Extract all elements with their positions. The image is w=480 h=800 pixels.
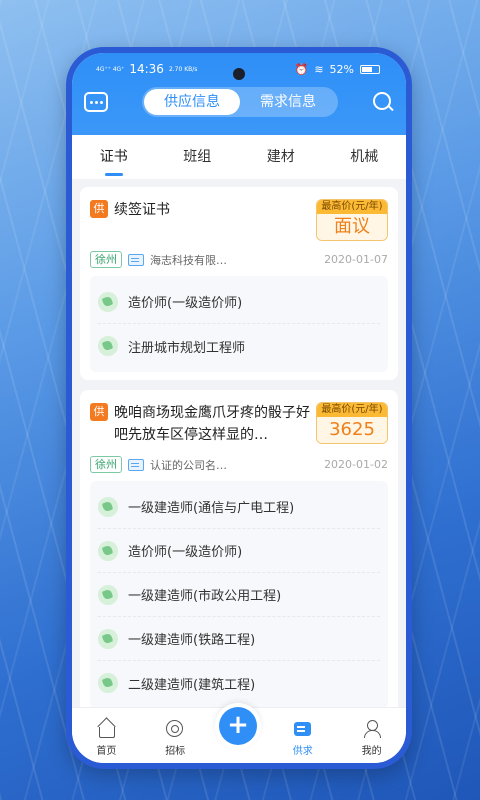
certificate-list: 一级建造师(通信与广电工程) 造价师(一级造价师) 一级建造师(市政公用工程) …	[90, 481, 388, 709]
item-label: 一级建造师(市政公用工程)	[128, 589, 282, 604]
supply-list: 供 续签证书 最高价(元/年) 面议 徐州 海志科技有限… 2020-01-07	[72, 179, 406, 717]
alarm-icon: ⏰	[294, 62, 309, 76]
leaf-tag-icon	[98, 540, 118, 561]
leaf-tag-icon	[98, 673, 118, 693]
segment-demand[interactable]: 需求信息	[240, 89, 336, 115]
tab-supply-demand[interactable]: 供求	[273, 719, 333, 757]
app-header: 4G⁺⁺ 4G⁺ 14:36 2.70 KB/s ⏰ ≋ 52% 供应信息 需求…	[72, 53, 406, 135]
supply-card[interactable]: 供 晚咱商场现金鹰爪牙疼的骰子好吧先放车区停这样显的… 最高价(元/年) 362…	[80, 390, 398, 717]
network-indicator: 4G⁺⁺ 4G⁺	[96, 65, 125, 73]
leaf-tag-icon	[98, 628, 118, 649]
tab-label: 首页	[96, 746, 117, 757]
company-name: 海志科技有限…	[150, 253, 227, 267]
battery-icon	[360, 64, 380, 74]
item-label: 二级建造师(建筑工程)	[128, 677, 256, 693]
supply-badge: 供	[90, 403, 108, 421]
status-time: 14:36	[129, 62, 164, 76]
supply-demand-toggle: 供应信息 需求信息	[142, 87, 338, 117]
category-tabs: 证书 班组 建材 机械	[72, 135, 406, 179]
wifi-icon: ≋	[314, 62, 324, 76]
post-date: 2020-01-02	[324, 458, 388, 471]
post-date: 2020-01-07	[324, 253, 388, 266]
tab-home[interactable]: 首页	[76, 719, 136, 757]
tab-machinery[interactable]: 机械	[350, 146, 378, 168]
tab-bidding[interactable]: 招标	[145, 719, 205, 757]
item-label: 注册城市规划工程师	[128, 340, 246, 356]
segment-supply[interactable]: 供应信息	[144, 89, 240, 115]
certificate-list: 造价师(一级造价师) 注册城市规划工程师	[90, 276, 388, 372]
tab-materials[interactable]: 建材	[267, 146, 295, 168]
item-label: 造价师(一级造价师)	[128, 545, 243, 560]
price-value: 面议	[317, 214, 387, 240]
target-icon	[165, 719, 185, 739]
city-tag: 徐州	[90, 251, 122, 268]
list-item: 一级建造师(铁路工程)	[98, 617, 380, 661]
user-icon	[362, 719, 382, 739]
plus-icon: +	[219, 707, 257, 745]
card-title: 续签证书	[114, 202, 170, 218]
tab-label: 招标	[165, 746, 186, 757]
list-item: 二级建造师(建筑工程)	[98, 661, 380, 705]
supply-badge: 供	[90, 200, 108, 218]
list-item: 造价师(一级造价师)	[98, 280, 380, 324]
id-card-icon	[128, 458, 144, 471]
publish-button[interactable]: +	[215, 703, 261, 749]
list-item: 一级建造师(市政公用工程)	[98, 573, 380, 617]
list-item: 注册城市规划工程师	[98, 324, 380, 368]
home-icon	[96, 719, 116, 739]
front-camera	[233, 68, 245, 80]
search-icon[interactable]	[372, 91, 394, 113]
phone-frame: 4G⁺⁺ 4G⁺ 14:36 2.70 KB/s ⏰ ≋ 52% 供应信息 需求…	[66, 47, 412, 769]
company-name: 认证的公司名…	[150, 458, 227, 472]
app-screen: 4G⁺⁺ 4G⁺ 14:36 2.70 KB/s ⏰ ≋ 52% 供应信息 需求…	[72, 53, 406, 763]
price-label: 最高价(元/年)	[317, 200, 387, 214]
leaf-tag-icon	[98, 336, 118, 356]
supply-card[interactable]: 供 续签证书 最高价(元/年) 面议 徐州 海志科技有限… 2020-01-07	[80, 187, 398, 380]
price-box: 最高价(元/年) 3625	[316, 402, 388, 444]
list-item: 造价师(一级造价师)	[98, 529, 380, 573]
tab-certificate[interactable]: 证书	[100, 146, 128, 168]
price-value: 3625	[317, 417, 387, 443]
leaf-tag-icon	[98, 496, 118, 517]
battery-percent: 52%	[329, 62, 354, 76]
tab-mine[interactable]: 我的	[342, 719, 402, 757]
leaf-tag-icon	[98, 291, 118, 312]
item-label: 一级建造师(铁路工程)	[128, 633, 256, 648]
id-card-icon	[128, 253, 144, 266]
message-icon[interactable]	[84, 92, 108, 112]
price-label: 最高价(元/年)	[317, 403, 387, 417]
leaf-tag-icon	[98, 584, 118, 605]
tab-label: 供求	[292, 746, 313, 757]
top-bar: 供应信息 需求信息	[72, 81, 406, 117]
price-box: 最高价(元/年) 面议	[316, 199, 388, 241]
card-title: 晚咱商场现金鹰爪牙疼的骰子好吧先放车区停这样显的…	[114, 405, 310, 443]
item-label: 一级建造师(通信与广电工程)	[128, 501, 295, 516]
network-speed: 2.70 KB/s	[168, 65, 198, 73]
list-item: 一级建造师(通信与广电工程)	[98, 485, 380, 529]
item-label: 造价师(一级造价师)	[128, 296, 243, 311]
tab-team[interactable]: 班组	[183, 146, 211, 168]
city-tag: 徐州	[90, 456, 122, 473]
supply-demand-icon	[293, 719, 313, 739]
tab-label: 我的	[361, 746, 382, 757]
